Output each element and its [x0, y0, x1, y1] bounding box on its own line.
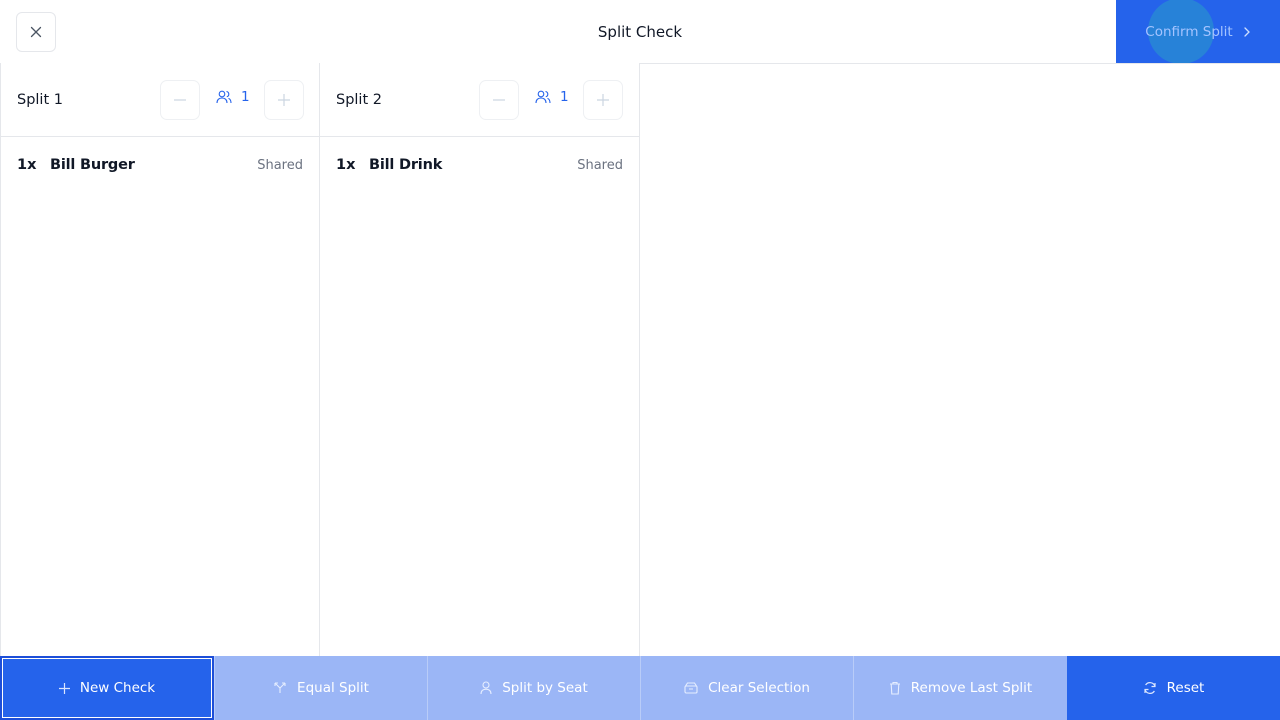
users-icon	[216, 90, 232, 104]
close-icon	[30, 26, 42, 38]
reset-label: Reset	[1166, 680, 1205, 696]
clear-icon	[684, 682, 698, 694]
new-check-button[interactable]: New Check	[0, 656, 214, 720]
decrease-guests-button[interactable]	[479, 80, 519, 120]
item-quantity: 1x	[336, 157, 356, 173]
split-columns: Split 1 1 1x Bill Burger Shared Split 2 …	[0, 63, 1280, 656]
page-title: Split Check	[597, 23, 683, 41]
clear-selection-label: Clear Selection	[708, 680, 810, 696]
split-item[interactable]: 1x Bill Burger Shared	[17, 151, 303, 179]
split-column[interactable]: Split 1 1 1x Bill Burger Shared	[0, 63, 320, 656]
close-button[interactable]	[16, 12, 56, 52]
split-by-seat-button[interactable]: Split by Seat	[427, 656, 640, 720]
item-quantity: 1x	[17, 157, 37, 173]
action-toolbar: New Check Equal Split Split by Seat Clea…	[0, 656, 1280, 720]
header-bar: Split Check Confirm Split	[0, 0, 1280, 64]
guest-count: 1	[535, 89, 569, 105]
user-icon	[480, 681, 492, 695]
remove-last-split-label: Remove Last Split	[910, 680, 1033, 696]
chevron-right-icon	[1244, 26, 1250, 37]
confirm-split-button[interactable]: Confirm Split	[1116, 0, 1280, 63]
split-header: Split 1 1	[1, 63, 319, 137]
minus-icon	[493, 99, 505, 101]
split-name: Split 1	[17, 92, 63, 108]
item-shared-tag: Shared	[577, 157, 623, 173]
increase-guests-button[interactable]	[264, 80, 304, 120]
plus-icon	[278, 94, 290, 106]
split-column[interactable]: Split 2 1 1x Bill Drink Shared	[320, 63, 640, 656]
split-arrows-icon	[274, 682, 286, 693]
clear-selection-button[interactable]: Clear Selection	[640, 656, 853, 720]
users-icon	[535, 90, 551, 104]
reset-button[interactable]: Reset	[1067, 656, 1280, 720]
split-header: Split 2 1	[320, 63, 639, 137]
new-check-label: New Check	[79, 680, 156, 696]
split-name: Split 2	[336, 92, 382, 108]
equal-split-label: Equal Split	[297, 680, 369, 696]
item-name: Bill Burger	[50, 157, 135, 173]
guest-count-value: 1	[241, 89, 250, 105]
guest-count-value: 1	[560, 89, 569, 105]
item-shared-tag: Shared	[257, 157, 303, 173]
item-name: Bill Drink	[369, 157, 443, 173]
increase-guests-button[interactable]	[583, 80, 623, 120]
remove-last-split-button[interactable]: Remove Last Split	[853, 656, 1067, 720]
decrease-guests-button[interactable]	[160, 80, 200, 120]
equal-split-button[interactable]: Equal Split	[214, 656, 427, 720]
plus-icon	[597, 94, 609, 106]
refresh-icon	[1144, 682, 1156, 694]
trash-icon	[889, 681, 900, 695]
guest-count: 1	[216, 89, 250, 105]
split-by-seat-label: Split by Seat	[502, 680, 588, 696]
split-item[interactable]: 1x Bill Drink Shared	[336, 151, 623, 179]
plus-icon	[58, 682, 70, 694]
confirm-split-label: Confirm Split	[1145, 23, 1233, 40]
minus-icon	[174, 99, 186, 101]
